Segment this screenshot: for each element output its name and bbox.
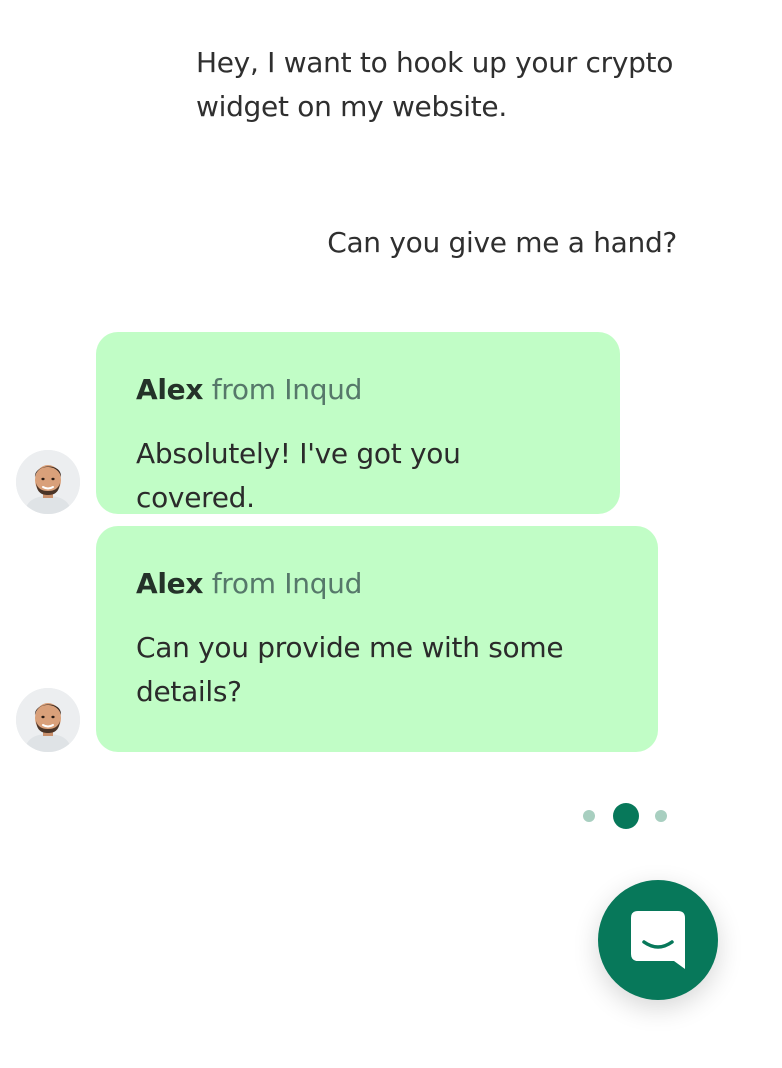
agent-avatar: [16, 450, 80, 514]
carousel-dot[interactable]: [655, 810, 667, 822]
sender-org: from Inqud: [211, 373, 363, 406]
sender-org: from Inqud: [211, 567, 363, 600]
message-sender: Alex from Inqud: [136, 566, 618, 602]
person-icon: [16, 450, 80, 514]
user-message: Can you give me a hand?: [327, 226, 677, 259]
message-sender: Alex from Inqud: [136, 372, 580, 408]
message-text: Can you provide me with some details?: [136, 631, 564, 708]
carousel-dot[interactable]: [583, 810, 595, 822]
sender-name: Alex: [136, 373, 204, 406]
carousel-dot-active[interactable]: [613, 803, 639, 829]
chat-icon: [631, 911, 685, 969]
agent-message-bubble: Alex from Inqud Can you provide me with …: [96, 526, 658, 752]
agent-message-bubble: Alex from Inqud Absolutely! I've got you…: [96, 332, 620, 514]
carousel-pagination: [583, 803, 673, 829]
message-text: Absolutely! I've got you covered.: [136, 437, 461, 514]
chat-launcher-button[interactable]: [598, 880, 718, 1000]
person-icon: [16, 688, 80, 752]
sender-name: Alex: [136, 567, 204, 600]
user-message: Hey, I want to hook up your crypto widge…: [196, 46, 674, 123]
agent-avatar: [16, 688, 80, 752]
